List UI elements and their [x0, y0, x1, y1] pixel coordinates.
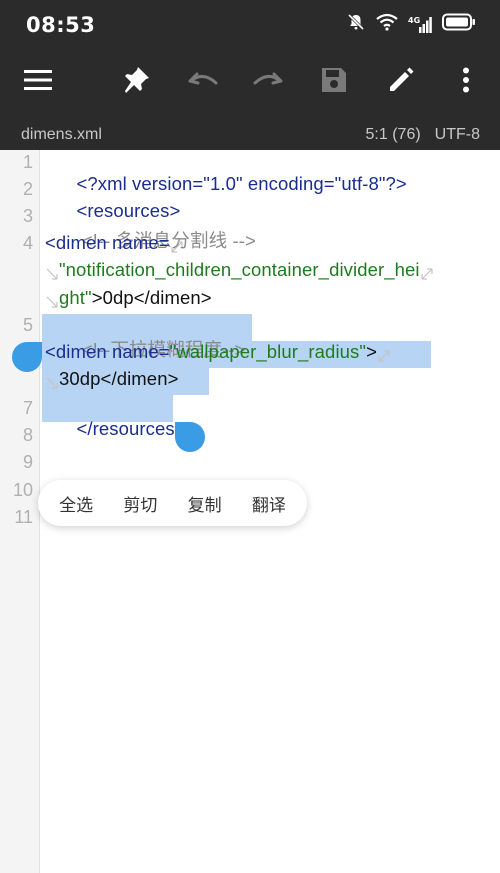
- redo-button[interactable]: [248, 62, 288, 102]
- pin-icon: [121, 65, 151, 100]
- code-line-4: <dimen name=: [45, 232, 184, 254]
- status-icons: 4G: [346, 12, 476, 37]
- copy-button[interactable]: 复制: [182, 487, 228, 520]
- wrap-arrow-icon: [45, 264, 59, 280]
- line-number: 8: [22, 425, 33, 445]
- save-icon: [320, 66, 348, 99]
- menu-icon: [24, 69, 52, 96]
- save-button[interactable]: [314, 62, 354, 102]
- undo-button[interactable]: [183, 62, 223, 102]
- code-text: >0dp</dimen>: [91, 287, 212, 308]
- battery-icon: [442, 13, 476, 36]
- line-number: 10: [12, 480, 33, 500]
- text-editor-app: 08:53 4G dimens.xml 5:1 (76) UTF-8 1 2 3…: [0, 0, 500, 873]
- wrap-arrow-icon: [420, 264, 434, 280]
- code-line-7: </resources>: [45, 396, 186, 462]
- line-number-gutter: 1 2 3 4 5 6 7 8 9 10 11: [0, 150, 40, 873]
- line-number: 2: [22, 179, 33, 199]
- menu-button[interactable]: [18, 62, 58, 102]
- file-encoding[interactable]: UTF-8: [435, 126, 480, 144]
- more-vertical-icon: [462, 67, 470, 98]
- code-line-4-wrap-1: "notification_children_container_divider…: [45, 259, 434, 281]
- line-number: 7: [22, 398, 33, 418]
- more-options-button[interactable]: [446, 62, 486, 102]
- code-string: "notification_children_container_divider…: [59, 259, 420, 280]
- selection-start-handle[interactable]: [12, 342, 42, 372]
- wrap-arrow-icon: [377, 346, 391, 362]
- status-time: 08:53: [26, 13, 96, 37]
- toolbar: [0, 50, 500, 113]
- code-editor[interactable]: 1 2 3 4 5 6 7 8 9 10 11 <?xml version="1…: [0, 150, 500, 873]
- pencil-icon: [387, 66, 415, 99]
- wifi-icon: [376, 13, 398, 36]
- file-info-bar: dimens.xml 5:1 (76) UTF-8: [0, 113, 500, 150]
- signal-icon: 4G: [408, 16, 432, 34]
- mute-icon: [346, 12, 366, 37]
- file-meta: 5:1 (76) UTF-8: [366, 126, 480, 144]
- pin-button[interactable]: [116, 62, 156, 102]
- text-selection-menu: 全选 剪切 复制 翻译: [38, 480, 307, 526]
- cursor-position: 5:1 (76): [365, 126, 421, 143]
- file-name: dimens.xml: [21, 126, 102, 143]
- line-number: 3: [22, 206, 33, 226]
- line-number: 5: [22, 315, 33, 335]
- select-all-button[interactable]: 全选: [53, 487, 99, 520]
- wrap-arrow-icon: [170, 237, 184, 253]
- translate-button[interactable]: 翻译: [246, 487, 292, 520]
- redo-icon: [252, 69, 284, 96]
- cut-button[interactable]: 剪切: [117, 487, 163, 520]
- code-tag: <dimen: [45, 232, 107, 253]
- code-line-4-wrap-2: ght">0dp</dimen>: [45, 287, 212, 309]
- line-number: 11: [14, 507, 33, 527]
- code-text: </resources>: [76, 418, 186, 439]
- line-number: 9: [22, 452, 33, 472]
- edit-button[interactable]: [381, 62, 421, 102]
- code-tag: <dimen: [45, 341, 107, 362]
- code-string: "wallpaper_blur_radius": [169, 341, 367, 362]
- code-text: >: [366, 341, 377, 362]
- line-number: 4: [22, 233, 33, 253]
- selection-end-handle[interactable]: [175, 422, 205, 452]
- code-attr: name=: [106, 232, 170, 253]
- code-string: ght": [59, 287, 92, 308]
- code-line-6-wrap: 30dp</dimen>: [45, 368, 179, 390]
- wrap-arrow-icon: [45, 373, 59, 389]
- code-line-6: <dimen name="wallpaper_blur_radius">: [45, 341, 391, 363]
- code-text: 30dp</dimen>: [59, 368, 179, 389]
- status-bar: 08:53 4G: [0, 0, 500, 50]
- line-number: 1: [22, 152, 33, 172]
- code-attr: name=: [106, 341, 170, 362]
- undo-icon: [187, 69, 219, 96]
- wrap-arrow-icon: [45, 292, 59, 308]
